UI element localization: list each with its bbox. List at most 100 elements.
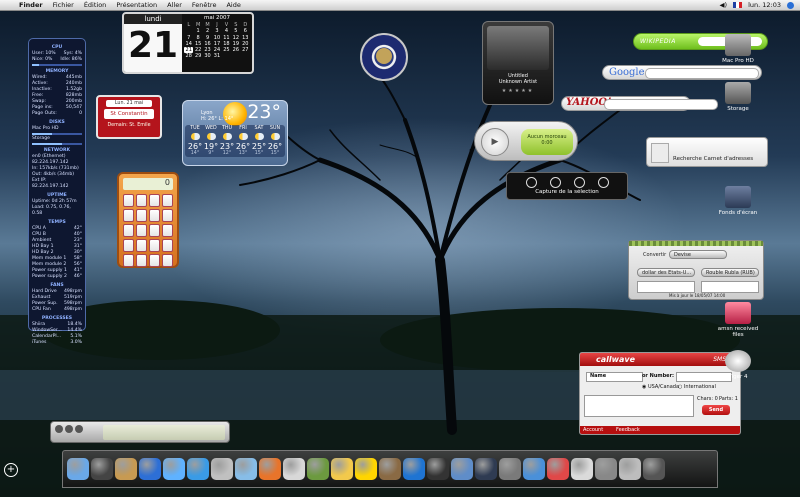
calculator-key[interactable] [149,209,160,222]
pen-icon[interactable] [499,458,521,480]
vlc-icon[interactable] [547,458,569,480]
finder-icon[interactable] [67,458,89,480]
calculator-key[interactable] [136,194,147,207]
calendar-day-cell[interactable]: 31 [212,53,221,59]
desktop-icon-mac-pro-hd[interactable]: Mac Pro HD [712,34,764,64]
menu-edition[interactable]: Édition [79,1,112,9]
play-pause-icon[interactable] [65,425,73,433]
sms-message-textarea[interactable] [584,395,694,417]
menu-finder[interactable]: Finder [14,1,48,9]
timer-icon[interactable] [549,177,561,188]
calculator-key[interactable] [123,254,134,267]
weather-widget[interactable]: Lyon H: 26° L: 14° 23° TUE 26° 14° WED 19… [182,100,288,166]
calculator-key[interactable] [149,239,160,252]
french-flag-icon[interactable] [733,2,743,8]
feedback-link[interactable]: Feedback [616,427,640,433]
audio-player-widget[interactable]: ▶ Aucun morceau 0:00 [474,121,578,161]
calendar-widget[interactable]: lundi 21 mai 2007 L M M J V S D 1 2 3 4 5 6 7 8 9 10 11 12… [122,12,254,74]
calculator-key[interactable] [162,209,173,222]
calculator-key[interactable] [149,194,160,207]
address-book-widget[interactable]: Recherche Carnet d'adresses [646,137,768,167]
converter-from-select[interactable]: dollar des Etats-U... [637,268,695,277]
calculator-key[interactable] [123,239,134,252]
calendar-day-cell[interactable]: 30 [203,53,212,59]
screen-capture-widget[interactable]: Capture de la sélection [506,172,628,200]
window-icon[interactable] [597,177,609,188]
trash-icon[interactable] [643,458,665,480]
add-widget-plus-icon[interactable]: + [4,463,18,477]
firefox-icon[interactable] [259,458,281,480]
ical-icon[interactable] [283,458,305,480]
name-select[interactable]: Name [586,372,643,382]
calendar-day-cell[interactable]: 28 [184,53,193,59]
smiley-icon[interactable] [355,458,377,480]
system-prefs-icon[interactable] [595,458,617,480]
screen-icon[interactable] [525,177,537,188]
account-link[interactable]: Account [583,427,603,433]
mini-itunes-player[interactable] [50,421,230,443]
name-day-widget[interactable]: Lun. 21 mai St Constantin Demain: St. Em… [96,95,162,139]
calculator-key[interactable] [136,209,147,222]
google-earth-icon[interactable] [307,458,329,480]
burn-icon[interactable] [571,458,593,480]
calculator-key[interactable] [136,239,147,252]
dashboard-icon[interactable] [91,458,113,480]
gear-icon[interactable] [619,458,641,480]
unit-converter-widget[interactable]: Convertir Devise dollar des Etats-U... R… [628,240,764,300]
itunes-widget[interactable]: Untitled Unknown Artist ★★★★★ [482,21,554,105]
itunes-icon[interactable] [163,458,185,480]
camino-icon[interactable] [379,458,401,480]
safari-icon[interactable] [187,458,209,480]
sync-icon[interactable] [211,458,233,480]
converter-to-select[interactable]: Rouble Rubla (RUB) [701,268,759,277]
calculator-key[interactable] [162,239,173,252]
calendar-month-title[interactable]: mai 2007 [184,15,250,21]
calculator-key[interactable] [149,224,160,237]
calculator-widget[interactable]: 0 [117,172,179,268]
iphoto-icon[interactable] [451,458,473,480]
converter-to-input[interactable] [701,281,759,293]
calendar-day-cell[interactable] [241,53,250,59]
calculator-key[interactable] [136,254,147,267]
converter-type-select[interactable]: Devise [669,250,727,259]
calculator-key[interactable] [162,194,173,207]
selection-icon[interactable] [573,177,585,188]
desktop-icon-tiger[interactable]: Tiger 4 [712,350,764,380]
activity-monitor-icon[interactable] [475,458,497,480]
desktop-icon-amsn-files[interactable]: amsn received files [712,302,764,338]
iwork-icon[interactable] [523,458,545,480]
google-widget[interactable]: Google [602,65,762,80]
desktop-icon-wallpapers[interactable]: Fonds d'écran [712,186,764,216]
usa-canada-radio[interactable]: ◉ USA/Canada [642,384,679,390]
menu-fichier[interactable]: Fichier [48,1,79,9]
menu-aide[interactable]: Aide [221,1,245,9]
seal-clock-widget[interactable] [360,33,408,81]
international-radio[interactable]: ○ International [678,384,716,390]
mail-icon[interactable] [139,458,161,480]
spotlight-icon[interactable] [787,1,794,9]
yahoo-search-input[interactable] [604,99,718,110]
track-rating[interactable]: ★★★★★ [483,88,553,94]
istat-widget[interactable]: CPU User: 10% Sys: 4% Nice: 0% Idle: 86% M… [28,38,86,345]
desktop-icon-storage[interactable]: Storage [712,82,764,112]
photo-booth-icon[interactable] [427,458,449,480]
calendar-day-cell[interactable] [222,53,231,59]
play-button[interactable]: ▶ [481,128,509,156]
menu-aller[interactable]: Aller [162,1,187,9]
calculator-key[interactable] [136,224,147,237]
next-icon[interactable] [75,425,83,433]
adium-icon[interactable] [331,458,353,480]
calendar-day-cell[interactable] [231,53,240,59]
calculator-key[interactable] [123,209,134,222]
calculator-key[interactable] [162,254,173,267]
calculator-key[interactable] [149,254,160,267]
send-button[interactable]: Send [702,405,730,415]
address-book-search-label[interactable]: Recherche Carnet d'adresses [673,156,753,162]
preview-icon[interactable] [115,458,137,480]
volume-icon[interactable]: ◀) [720,1,728,9]
google-search-input[interactable] [645,68,759,79]
yahoo-widget[interactable]: YAHOO! [561,96,718,111]
quicktime-icon[interactable] [403,458,425,480]
menu-presentation[interactable]: Présentation [111,1,162,9]
calendar-day-cell[interactable]: 29 [193,53,202,59]
